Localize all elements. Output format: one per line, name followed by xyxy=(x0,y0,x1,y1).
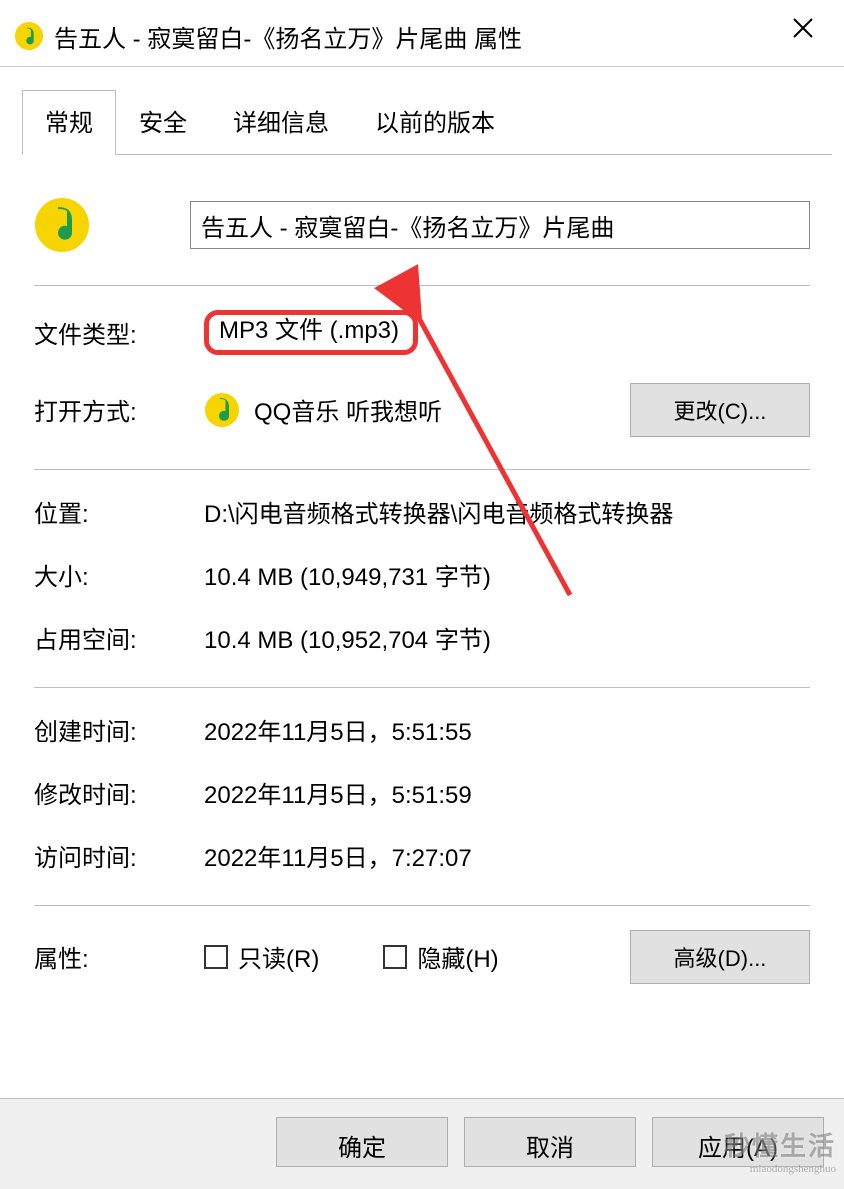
file-type-value: MP3 文件 (.mp3) xyxy=(219,317,399,344)
tab-security[interactable]: 安全 xyxy=(116,90,210,155)
close-button[interactable] xyxy=(782,12,824,48)
file-type-label: 文件类型: xyxy=(34,315,204,350)
titlebar: 告五人 - 寂寞留白-《扬名立万》片尾曲 属性 xyxy=(0,0,844,67)
size-on-disk-label: 占用空间: xyxy=(34,620,204,655)
location-label: 位置: xyxy=(34,494,204,529)
accessed-label: 访问时间: xyxy=(34,838,204,873)
tab-details[interactable]: 详细信息 xyxy=(210,90,352,155)
change-button[interactable]: 更改(C)... xyxy=(630,383,810,437)
attributes-row: 属性: 只读(R) 隐藏(H) 高级(D)... xyxy=(34,916,810,998)
file-type-icon xyxy=(34,197,90,253)
checkbox-box-icon xyxy=(204,945,228,969)
dialog-footer: 确定 取消 应用(A) xyxy=(0,1098,844,1189)
filename-row xyxy=(34,183,810,267)
accessed-row: 访问时间: 2022年11月5日，7:27:07 xyxy=(34,824,810,887)
tabs: 常规 安全 详细信息 以前的版本 xyxy=(22,89,832,155)
modified-row: 修改时间: 2022年11月5日，5:51:59 xyxy=(34,761,810,824)
size-row: 大小: 10.4 MB (10,949,731 字节) xyxy=(34,543,810,606)
qqmusic-icon xyxy=(204,392,240,428)
tab-general[interactable]: 常规 xyxy=(22,90,116,155)
file-type-row: 文件类型: MP3 文件 (.mp3) xyxy=(34,296,810,369)
file-type-highlight: MP3 文件 (.mp3) xyxy=(204,310,418,355)
created-label: 创建时间: xyxy=(34,712,204,747)
filename-input[interactable] xyxy=(190,201,810,249)
created-value: 2022年11月5日，5:51:55 xyxy=(204,712,810,747)
window-title: 告五人 - 寂寞留白-《扬名立万》片尾曲 属性 xyxy=(54,19,772,54)
opens-with-label: 打开方式: xyxy=(34,392,204,427)
opens-with-row: 打开方式: QQ音乐 听我想听 更改(C)... xyxy=(34,369,810,451)
tab-previous-versions[interactable]: 以前的版本 xyxy=(352,90,518,155)
checkbox-box-icon xyxy=(383,945,407,969)
size-value: 10.4 MB (10,949,731 字节) xyxy=(204,557,810,592)
opens-with-value: QQ音乐 听我想听 xyxy=(254,392,616,427)
cancel-button[interactable]: 取消 xyxy=(464,1117,636,1167)
hidden-checkbox[interactable]: 隐藏(H) xyxy=(383,939,498,974)
apply-button[interactable]: 应用(A) xyxy=(652,1117,824,1167)
size-label: 大小: xyxy=(34,557,204,592)
modified-label: 修改时间: xyxy=(34,775,204,810)
hidden-label: 隐藏(H) xyxy=(417,939,498,974)
location-value: D:\闪电音频格式转换器\闪电音频格式转换器 xyxy=(204,494,810,529)
size-on-disk-row: 占用空间: 10.4 MB (10,952,704 字节) xyxy=(34,606,810,669)
size-on-disk-value: 10.4 MB (10,952,704 字节) xyxy=(204,620,810,655)
general-pane: 文件类型: MP3 文件 (.mp3) 打开方式: QQ音乐 听我想听 更改(C… xyxy=(12,155,832,998)
location-row: 位置: D:\闪电音频格式转换器\闪电音频格式转换器 xyxy=(34,480,810,543)
attributes-label: 属性: xyxy=(34,939,204,974)
ok-button[interactable]: 确定 xyxy=(276,1117,448,1167)
readonly-label: 只读(R) xyxy=(238,939,319,974)
app-icon xyxy=(14,21,44,51)
readonly-checkbox[interactable]: 只读(R) xyxy=(204,939,319,974)
accessed-value: 2022年11月5日，7:27:07 xyxy=(204,838,810,873)
created-row: 创建时间: 2022年11月5日，5:51:55 xyxy=(34,698,810,761)
modified-value: 2022年11月5日，5:51:59 xyxy=(204,775,810,810)
advanced-button[interactable]: 高级(D)... xyxy=(630,930,810,984)
